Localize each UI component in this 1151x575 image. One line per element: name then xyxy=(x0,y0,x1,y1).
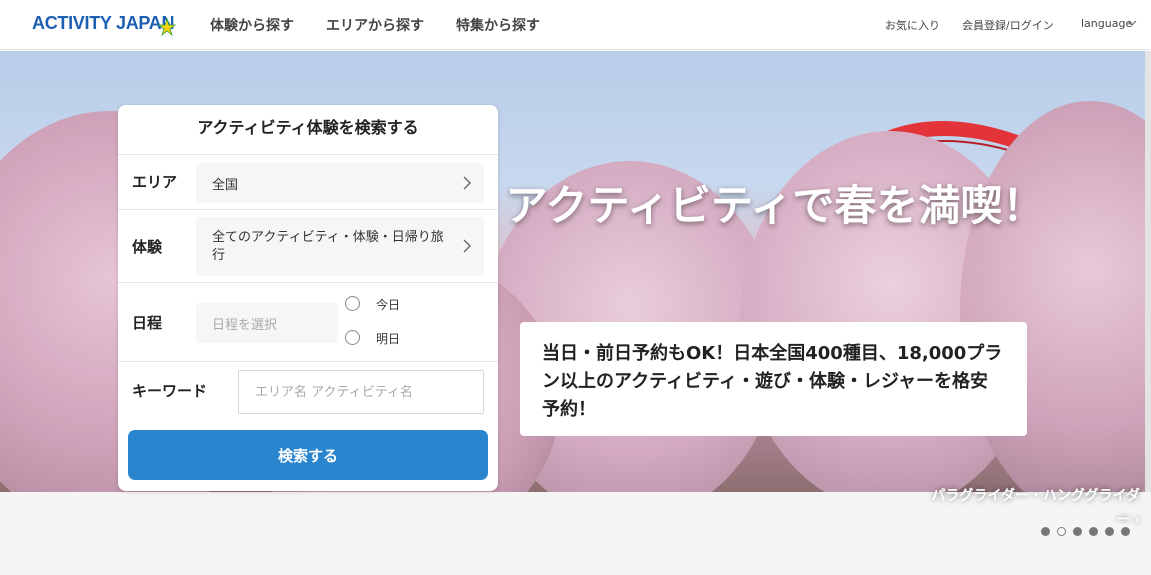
tomorrow-radio[interactable] xyxy=(345,330,360,345)
chevron-right-icon: › xyxy=(1134,512,1140,528)
slide-dot[interactable] xyxy=(1057,527,1066,536)
nav-by-activity[interactable]: 体験から探す xyxy=(210,15,294,35)
login-link[interactable]: 会員登録/ログイン xyxy=(962,17,1054,33)
area-select[interactable]: 全国 xyxy=(196,163,484,203)
date-placeholder: 日程を選択 xyxy=(212,318,278,333)
area-label: エリア xyxy=(132,173,178,191)
date-row: 日程 日程を選択 今日 明日 xyxy=(118,283,498,362)
area-row: エリア 全国 xyxy=(118,155,498,210)
hero-description-box: 当日・前日予約もOK！日本全国400種目、18,000プラン以上のアクティビティ… xyxy=(520,322,1027,436)
activity-row: 体験 全てのアクティビティ・体験・日帰り旅行 xyxy=(118,210,498,283)
nav-by-feature[interactable]: 特集から探す xyxy=(456,15,540,35)
search-panel-title: アクティビティ体験を検索する xyxy=(118,105,498,155)
slide-dot[interactable] xyxy=(1089,527,1098,536)
chevron-down-icon xyxy=(1127,20,1137,26)
slide-dot[interactable] xyxy=(1073,527,1082,536)
keyword-input[interactable] xyxy=(238,370,484,414)
slide-dot[interactable] xyxy=(1041,527,1050,536)
chevron-right-icon xyxy=(463,239,471,253)
activity-value: 全てのアクティビティ・体験・日帰り旅行 xyxy=(212,230,444,263)
area-value: 全国 xyxy=(212,178,239,193)
slide-caption[interactable]: パラグライダー・ハンググライダー › xyxy=(930,484,1140,532)
date-label: 日程 xyxy=(132,314,163,332)
hero-description: 当日・前日予約もOK！日本全国400種目、18,000プラン以上のアクティビティ… xyxy=(542,343,1003,420)
today-label: 今日 xyxy=(376,298,401,312)
slide-dot[interactable] xyxy=(1105,527,1114,536)
site-header: ACTIVITY JAPAN 体験から探す エリアから探す 特集から探す お気に… xyxy=(0,0,1151,50)
page-scrollbar[interactable] xyxy=(1145,51,1151,492)
tomorrow-label: 明日 xyxy=(376,332,401,346)
activity-select[interactable]: 全てのアクティビティ・体験・日帰り旅行 xyxy=(196,217,484,276)
keyword-label: キーワード xyxy=(132,382,208,400)
nav-by-area[interactable]: エリアから探す xyxy=(326,15,424,35)
keyword-row: キーワード xyxy=(118,362,498,420)
slide-dot[interactable] xyxy=(1121,527,1130,536)
search-panel: アクティビティ体験を検索する エリア 全国 体験 全てのアクティビティ・体験・日… xyxy=(118,105,498,491)
date-picker[interactable]: 日程を選択 xyxy=(196,303,338,343)
search-button[interactable]: 検索する xyxy=(128,430,488,480)
today-radio[interactable] xyxy=(345,296,360,311)
logo-star-icon xyxy=(158,18,176,36)
activity-label: 体験 xyxy=(132,238,163,256)
hero-title: アクティビティで春を満喫！ xyxy=(505,181,1045,230)
slide-caption-text: パラグライダー・ハンググライダー xyxy=(931,488,1140,528)
site-logo[interactable]: ACTIVITY JAPAN xyxy=(32,13,174,34)
favorites-link[interactable]: お気に入り xyxy=(885,17,940,33)
chevron-right-icon xyxy=(463,176,471,190)
language-selector[interactable]: language xyxy=(1081,17,1132,30)
